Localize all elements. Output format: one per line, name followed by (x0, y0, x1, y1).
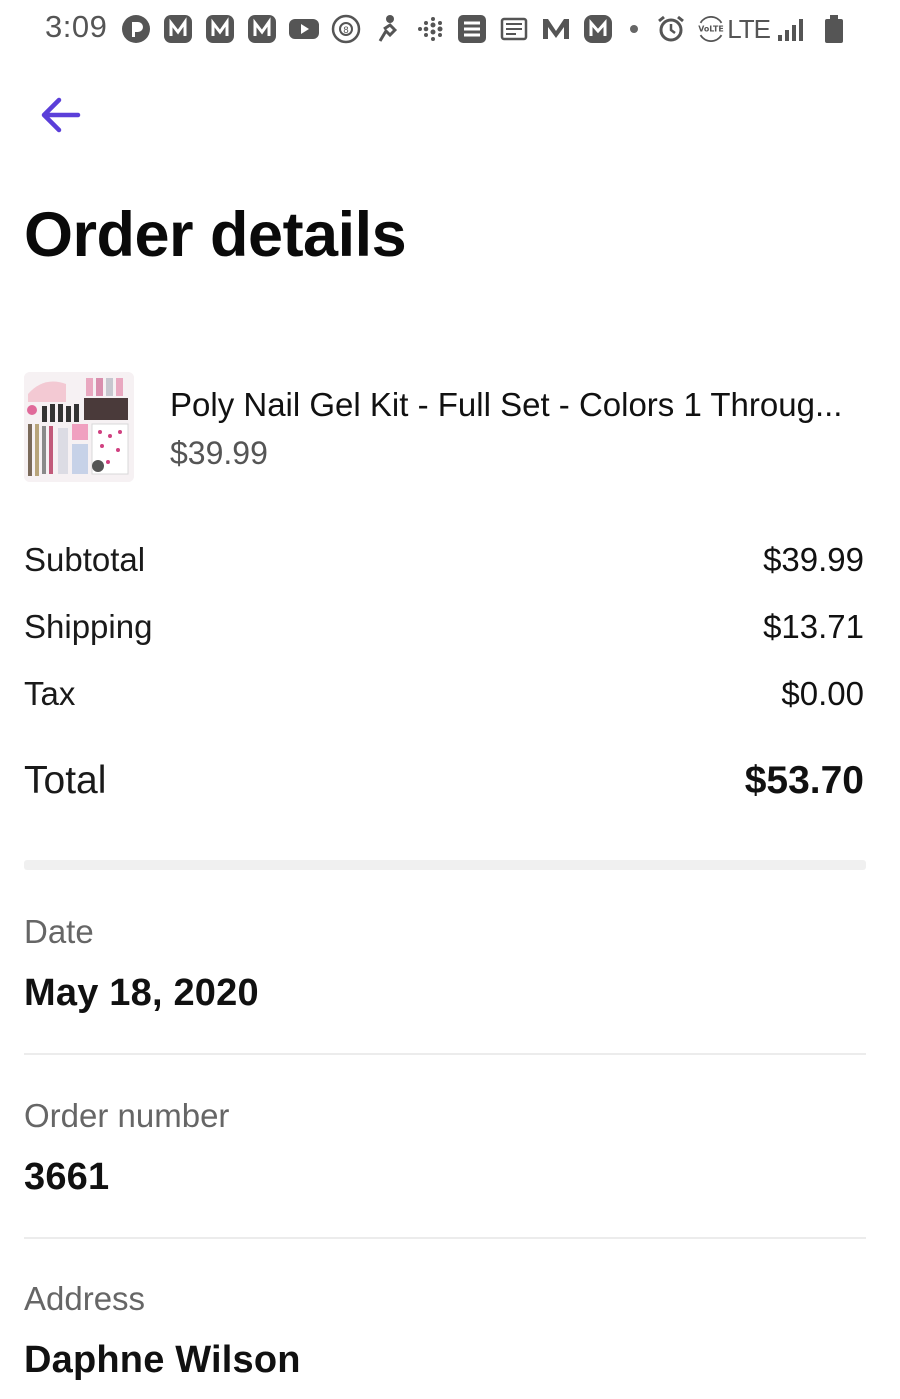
fitbit-icon (418, 17, 443, 41)
subtotal-row: Subtotal $39.99 (24, 541, 864, 585)
svg-text:8: 8 (343, 26, 349, 36)
signal-icon (778, 19, 803, 41)
date-value: May 18, 2020 (24, 972, 259, 1014)
order-number-value: 3661 (24, 1156, 110, 1198)
app-n-icon (206, 15, 234, 43)
app-m-icon (584, 15, 612, 43)
subtotal-value: $39.99 (763, 541, 864, 578)
product-name: Poly Nail Gel Kit - Full Set - Colors 1 … (170, 386, 843, 423)
sheets-icon (458, 15, 486, 43)
system-icons: VoLTE LTE (655, 10, 850, 48)
more-notifications-dot (630, 25, 638, 33)
network-type-label: LTE (727, 13, 771, 44)
total-value: $53.70 (744, 759, 864, 802)
app-n-icon (164, 15, 192, 43)
tax-label: Tax (24, 675, 76, 712)
section-divider (24, 860, 866, 870)
subtotal-label: Subtotal (24, 541, 146, 578)
divider (24, 1237, 866, 1239)
status-bar: 3:09 8 VoLTE LTE (0, 0, 900, 58)
battery-icon (825, 15, 843, 43)
product-price: $39.99 (170, 435, 268, 471)
volte-icon: VoLTE (698, 16, 724, 42)
address-name: Daphne Wilson (24, 1339, 301, 1381)
nail-kit-image (24, 372, 134, 482)
eight-ball-icon: 8 (331, 14, 361, 44)
divider (24, 1053, 866, 1055)
notification-icons: 8 (120, 10, 654, 48)
news-icon (500, 17, 528, 41)
total-row: Total $53.70 (24, 759, 864, 809)
status-time: 3:09 (45, 9, 108, 44)
address-label: Address (24, 1280, 146, 1317)
app-n-icon (248, 15, 276, 43)
shipping-label: Shipping (24, 608, 153, 645)
pandora-icon (122, 15, 150, 43)
back-button[interactable] (32, 88, 90, 146)
svg-text:VoLTE: VoLTE (698, 25, 724, 34)
youtube-icon (289, 19, 319, 39)
shipping-row: Shipping $13.71 (24, 608, 864, 652)
tax-value: $0.00 (781, 675, 864, 712)
product-thumbnail (24, 372, 134, 482)
arrow-left-icon (41, 97, 81, 133)
sport-icon (378, 15, 398, 42)
alarm-icon (658, 15, 685, 42)
shipping-value: $13.71 (763, 608, 864, 645)
medium-icon (543, 19, 569, 39)
page-title: Order details (24, 200, 407, 270)
order-item[interactable]: Poly Nail Gel Kit - Full Set - Colors 1 … (24, 368, 864, 486)
total-label: Total (24, 759, 107, 802)
tax-row: Tax $0.00 (24, 675, 864, 719)
order-number-label: Order number (24, 1097, 230, 1134)
date-label: Date (24, 913, 94, 950)
